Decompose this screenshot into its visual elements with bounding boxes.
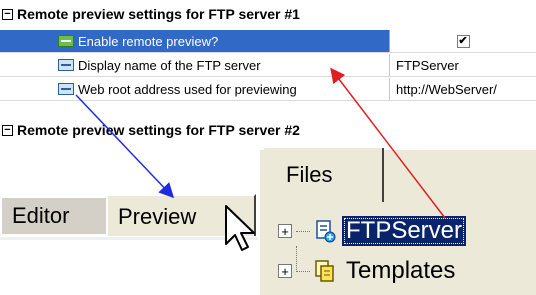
property-name-cell[interactable]: Enable remote preview? bbox=[0, 30, 390, 52]
tree-connector bbox=[296, 230, 310, 232]
tab-editor[interactable]: Editor bbox=[0, 196, 108, 234]
tree-connector bbox=[296, 270, 310, 272]
mouse-cursor-icon bbox=[225, 205, 255, 251]
ftp-server-icon bbox=[314, 219, 336, 243]
section-title: Remote preview settings for FTP server #… bbox=[17, 122, 300, 138]
property-name-cell[interactable]: Web root address used for previewing bbox=[0, 78, 390, 100]
collapse-toggle-icon[interactable]: − bbox=[2, 8, 13, 20]
blue-arrow bbox=[75, 94, 175, 199]
section-title: Remote preview settings for FTP server #… bbox=[17, 6, 300, 22]
tab-files[interactable]: Files bbox=[264, 148, 384, 202]
tree-label[interactable]: Templates bbox=[342, 256, 459, 286]
checkmark-icon: ✔ bbox=[458, 34, 468, 47]
tree-node-templates[interactable]: + Templates bbox=[278, 256, 459, 286]
templates-icon bbox=[314, 259, 336, 283]
tree-node-ftpserver[interactable]: + FTPServer bbox=[278, 216, 467, 246]
property-label: Display name of the FTP server bbox=[78, 57, 261, 73]
grid-row-display-name[interactable]: Display name of the FTP server FTPServer bbox=[0, 54, 536, 77]
property-label: Enable remote preview? bbox=[78, 33, 219, 49]
property-label: Web root address used for previewing bbox=[78, 81, 297, 97]
expand-icon[interactable]: + bbox=[278, 264, 292, 278]
property-value-cell[interactable]: ✔ bbox=[390, 30, 536, 52]
section-header-ftp-server-1[interactable]: − Remote preview settings for FTP server… bbox=[0, 4, 536, 24]
boolean-property-icon bbox=[58, 35, 74, 47]
enable-remote-preview-checkbox[interactable]: ✔ bbox=[456, 34, 470, 48]
section-header-ftp-server-2[interactable]: − Remote preview settings for FTP server… bbox=[0, 120, 536, 140]
grid-row-enable-remote-preview[interactable]: Enable remote preview? ✔ bbox=[0, 30, 536, 53]
collapse-toggle-icon[interactable]: − bbox=[2, 124, 13, 136]
text-property-icon bbox=[58, 83, 74, 95]
display-name-field[interactable]: FTPServer bbox=[390, 54, 536, 76]
property-name-cell[interactable]: Display name of the FTP server bbox=[0, 54, 390, 76]
expand-icon[interactable]: + bbox=[278, 224, 292, 238]
web-root-address-field[interactable]: http://WebServer/ bbox=[390, 78, 536, 100]
tree-label[interactable]: FTPServer bbox=[342, 216, 467, 246]
grid-row-web-root-address[interactable]: Web root address used for previewing htt… bbox=[0, 78, 536, 101]
text-property-icon bbox=[58, 59, 74, 71]
